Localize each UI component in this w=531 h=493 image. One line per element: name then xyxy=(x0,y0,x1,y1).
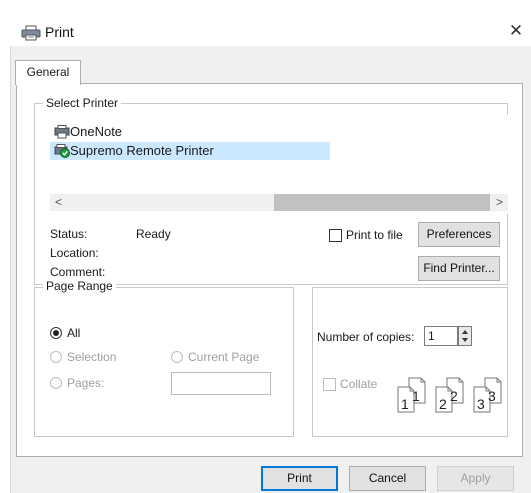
preferences-button[interactable]: Preferences xyxy=(418,222,500,247)
scroll-thumb[interactable] xyxy=(274,194,490,211)
page-range-all-label: All xyxy=(67,326,81,340)
cancel-button[interactable]: Cancel xyxy=(349,466,426,491)
printer-item-onenote[interactable]: OneNote xyxy=(50,123,250,141)
page-range-pages-radio[interactable] xyxy=(50,377,62,389)
print-button[interactable]: Print xyxy=(261,466,338,491)
location-label: Location: xyxy=(50,246,99,260)
scroll-left-button[interactable]: < xyxy=(50,194,67,211)
page-range-selection-label: Selection xyxy=(67,350,117,364)
print-to-file-checkbox[interactable] xyxy=(329,229,342,242)
collate-label: Collate xyxy=(340,377,378,391)
page-range-selection-radio[interactable] xyxy=(50,351,62,363)
printer-name: Supremo Remote Printer xyxy=(70,143,214,158)
stepper-arrows-icon xyxy=(462,330,468,342)
print-to-file-label: Print to file xyxy=(346,228,403,242)
window-title: Print xyxy=(45,24,74,40)
page-range-all-radio[interactable] xyxy=(50,327,62,339)
collate-page-number: 1 xyxy=(412,388,420,404)
scroll-right-button[interactable]: > xyxy=(491,194,508,211)
collate-checkbox[interactable] xyxy=(323,378,336,391)
collate-page-number: 3 xyxy=(488,388,496,404)
printer-name: OneNote xyxy=(70,124,123,139)
printer-item-supremo[interactable]: Supremo Remote Printer xyxy=(50,142,330,160)
copies-input[interactable]: 1 xyxy=(424,326,458,346)
page-range-pages-label: Pages: xyxy=(67,376,105,390)
pages-input[interactable] xyxy=(171,372,271,395)
comment-label: Comment: xyxy=(50,265,106,279)
collate-page-number: 3 xyxy=(477,396,485,412)
select-printer-legend: Select Printer xyxy=(43,96,122,110)
page-range-legend: Page Range xyxy=(43,279,116,293)
title-bar xyxy=(0,0,531,46)
printer-icon xyxy=(21,25,41,41)
collate-pages-icon: 1 1 2 2 3 3 xyxy=(397,377,502,413)
collate-page-number: 1 xyxy=(401,396,409,412)
onenote-printer-icon xyxy=(54,125,70,139)
tab-general[interactable]: General xyxy=(15,60,81,85)
supremo-printer-icon xyxy=(54,144,70,158)
collate-page-number: 2 xyxy=(450,388,458,404)
copies-stepper[interactable] xyxy=(458,326,472,346)
close-button[interactable]: ✕ xyxy=(504,18,528,44)
collate-page-number: 2 xyxy=(439,396,447,412)
page-range-current-page-radio[interactable] xyxy=(171,351,183,363)
printer-list-scrollbar[interactable]: < > xyxy=(50,194,508,211)
apply-button[interactable]: Apply xyxy=(437,466,514,491)
page-range-current-page-label: Current Page xyxy=(188,350,260,364)
status-value: Ready xyxy=(136,227,171,241)
status-label: Status: xyxy=(50,227,88,241)
find-printer-button[interactable]: Find Printer... xyxy=(418,256,500,281)
copies-label: Number of copies: xyxy=(317,330,415,344)
